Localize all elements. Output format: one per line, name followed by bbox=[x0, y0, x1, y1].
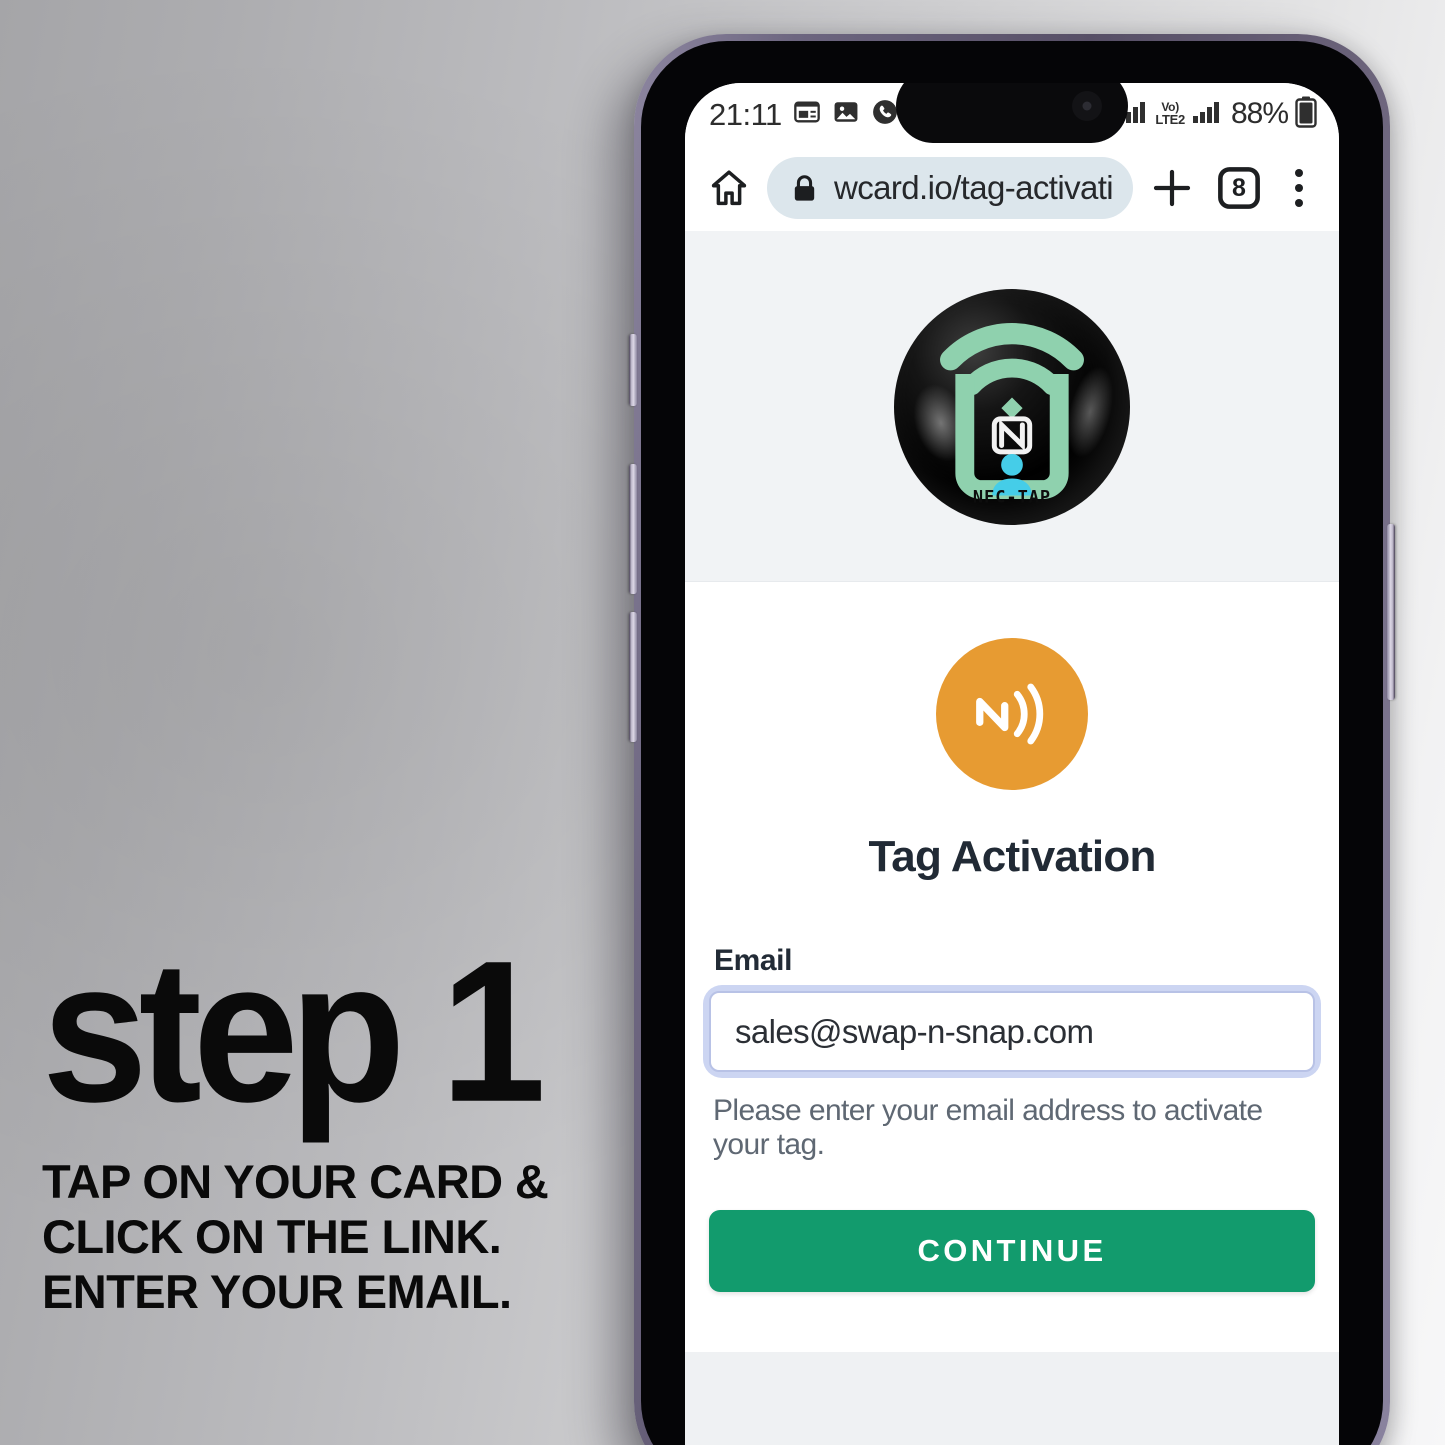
signal-bars-2-icon bbox=[1192, 100, 1222, 129]
browser-toolbar: wcard.io/tag-activati 8 bbox=[685, 145, 1339, 231]
svg-text:NFC-TAP: NFC-TAP bbox=[973, 487, 1051, 507]
plus-icon[interactable] bbox=[1143, 159, 1201, 217]
power-button[interactable] bbox=[1387, 524, 1395, 700]
brand-header-band: NFC-TAP bbox=[685, 231, 1339, 582]
promo-line-2: CLICK ON THE LINK. bbox=[42, 1210, 502, 1264]
page-title: Tag Activation bbox=[868, 832, 1156, 881]
promo-text-block: step 1 TAP ON YOUR CARD & CLICK ON THE L… bbox=[42, 919, 622, 1320]
nfc-tap-logo: NFC-TAP bbox=[894, 289, 1130, 525]
photo-gallery-icon bbox=[832, 98, 860, 131]
phone-screen: 21:11 Vo) LTE2 88% wcard.io/tag-activati… bbox=[685, 83, 1339, 1445]
phone-call-icon bbox=[871, 98, 899, 131]
phone-bezel: 21:11 Vo) LTE2 88% wcard.io/tag-activati… bbox=[641, 41, 1383, 1445]
activation-form: Email Please enter your email address to… bbox=[685, 944, 1339, 1292]
volume-up-button[interactable] bbox=[629, 464, 637, 594]
status-bar-left: 21:11 bbox=[709, 98, 899, 131]
email-label: Email bbox=[714, 944, 793, 977]
battery-percentage: 88% bbox=[1230, 97, 1289, 130]
promo-line-3: ENTER YOUR EMAIL. bbox=[42, 1265, 512, 1319]
front-camera-icon bbox=[1072, 91, 1102, 121]
activation-card: Tag Activation Email Please enter your e… bbox=[685, 582, 1339, 1352]
page-background-tail bbox=[685, 1352, 1339, 1445]
status-bar-clock: 21:11 bbox=[709, 96, 782, 132]
home-icon[interactable] bbox=[701, 160, 757, 216]
web-page: NFC-TAP Tag Activation Email sales@swap-… bbox=[685, 231, 1339, 1445]
battery-icon bbox=[1295, 96, 1317, 133]
volte2-indicator: Vo) LTE2 bbox=[1155, 100, 1185, 127]
phone-mockup: 21:11 Vo) LTE2 88% wcard.io/tag-activati… bbox=[629, 34, 1395, 1445]
volume-down-button[interactable] bbox=[629, 612, 637, 742]
url-bar[interactable]: wcard.io/tag-activati bbox=[767, 157, 1133, 219]
step-title: step 1 bbox=[42, 919, 546, 1145]
dynamic-island bbox=[896, 83, 1128, 143]
email-field[interactable] bbox=[709, 991, 1315, 1072]
silent-switch[interactable] bbox=[629, 334, 637, 406]
menu-dot bbox=[1295, 169, 1303, 177]
tab-counter-button[interactable]: 8 bbox=[1211, 160, 1267, 216]
lock-icon bbox=[789, 173, 820, 204]
url-text: wcard.io/tag-activati bbox=[834, 169, 1114, 206]
overflow-menu-icon[interactable] bbox=[1277, 159, 1321, 217]
status-bar: 21:11 Vo) LTE2 88% bbox=[685, 83, 1339, 145]
tab-count-label: 8 bbox=[1232, 173, 1246, 202]
promo-instructions: TAP ON YOUR CARD & CLICK ON THE LINK. EN… bbox=[42, 1155, 622, 1320]
menu-dot bbox=[1295, 184, 1303, 192]
nfc-wave-icon bbox=[936, 638, 1088, 790]
news-widget-icon bbox=[793, 98, 821, 131]
promo-line-1: TAP ON YOUR CARD & bbox=[42, 1155, 549, 1209]
email-help-text: Please enter your email address to activ… bbox=[713, 1094, 1263, 1161]
nfc-badge-wrapper bbox=[685, 638, 1339, 790]
email-field-wrapper bbox=[709, 991, 1315, 1072]
continue-button[interactable]: CONTINUE bbox=[709, 1210, 1315, 1292]
nfc-tap-logo-mark: NFC-TAP bbox=[940, 322, 1084, 507]
menu-dot bbox=[1295, 199, 1303, 207]
